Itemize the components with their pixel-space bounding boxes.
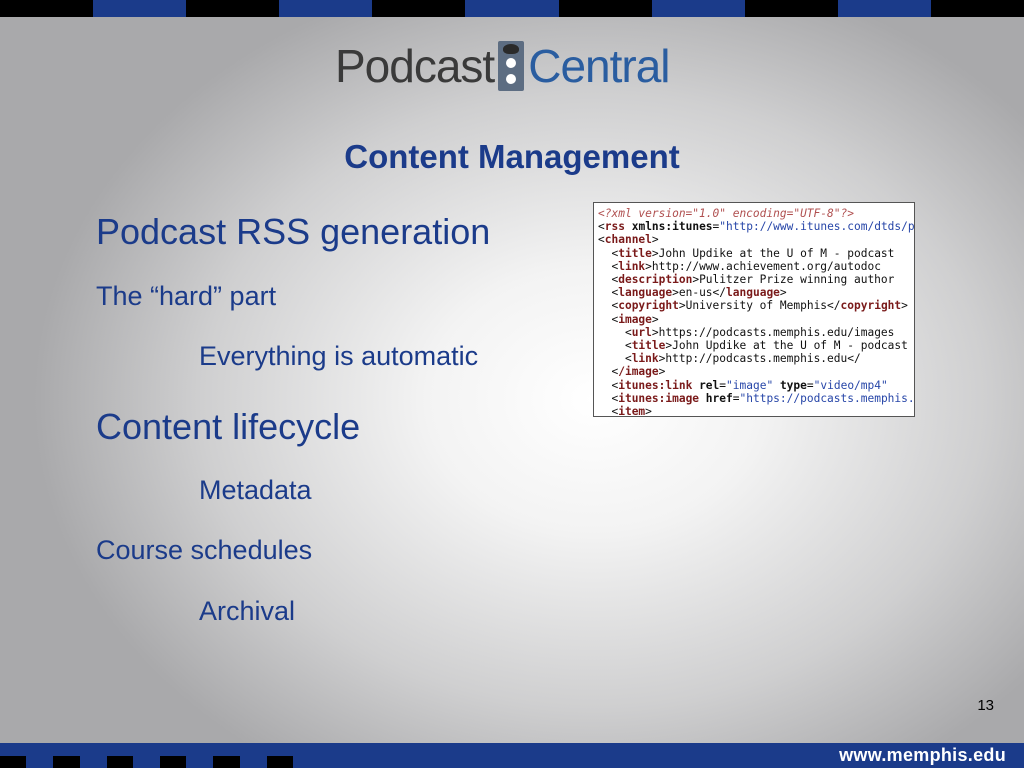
top-bar-segment: [744, 0, 838, 17]
code-line: <url>https://podcasts.memphis.edu/images: [598, 325, 895, 339]
code-line: <link>http://www.achievement.org/autodoc: [598, 259, 881, 273]
page-number: 13: [977, 697, 994, 714]
code-line: <itunes:image href="https://podcasts.mem…: [598, 391, 915, 405]
code-line: <image>: [598, 312, 659, 326]
bottom-square: [266, 756, 293, 768]
bullet-podcast-rss: Podcast RSS generation: [96, 211, 491, 252]
code-line: <title>John Updike at the U of M - podca…: [598, 339, 908, 353]
code-line: <item>: [598, 405, 652, 417]
bullet-course-schedules: Course schedules: [96, 535, 313, 565]
top-bar-segment: [0, 0, 94, 17]
bottom-square: [159, 756, 187, 768]
top-bar-segment: [651, 0, 745, 17]
top-bar-segment: [372, 0, 466, 17]
top-bar-segment: [279, 0, 373, 17]
bullet-content-lifecycle: Content lifecycle: [96, 406, 361, 447]
bullet-hard-part: The “hard” part: [96, 281, 277, 311]
bottom-square: [53, 756, 80, 768]
bottom-squares: [0, 756, 320, 768]
bullet-metadata: Metadata: [199, 475, 312, 505]
podcast-central-logo: Podcast Central: [335, 38, 671, 94]
code-line: <title>John Updike at the U of M - podca…: [598, 246, 895, 260]
footer-url: www.memphis.edu: [839, 745, 1006, 765]
top-bar-segment: [465, 0, 559, 17]
bottom-square: [213, 756, 240, 768]
top-bar-segment: [186, 0, 280, 17]
code-line: <channel>: [598, 233, 659, 247]
bullet-everything-automatic: Everything is automatic: [199, 341, 479, 371]
paw-dot-icon: [498, 41, 525, 91]
top-bar-segment: [930, 0, 1024, 17]
slide-title: Content Management: [344, 138, 680, 175]
code-line: <copyright>University of Memphis</copyri…: [598, 299, 908, 313]
code-line: <rss xmlns:itunes="http://www.itunes.com…: [598, 220, 915, 234]
top-bar-segment: [837, 0, 931, 17]
code-line: <link>http://podcasts.memphis.edu</: [598, 352, 861, 366]
bottom-square: [0, 756, 27, 768]
top-decorative-bar: [0, 0, 1024, 17]
logo-word-podcast: Podcast: [335, 40, 495, 92]
code-line: <description>Pulitzer Prize winning auth…: [598, 273, 895, 287]
code-line: <itunes:link rel="image" type="video/mp4…: [598, 378, 888, 392]
top-bar-segment: [93, 0, 187, 17]
rss-xml-code-sample: <?xml version="1.0" encoding="UTF-8"?> <…: [593, 202, 915, 417]
bullet-archival: Archival: [199, 596, 296, 626]
code-line: <?xml version="1.0" encoding="UTF-8"?>: [598, 207, 854, 220]
logo-word-central: Central: [528, 40, 670, 92]
code-line: </image>: [598, 365, 666, 379]
code-line: <language>en-us</language>: [598, 286, 787, 300]
top-bar-segment: [558, 0, 652, 17]
bottom-square: [106, 756, 133, 768]
